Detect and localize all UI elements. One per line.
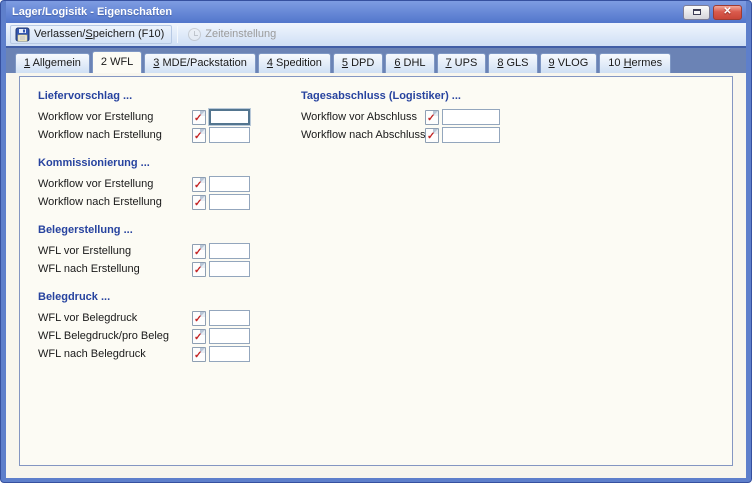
workflow-input[interactable] [209, 109, 250, 125]
workflow-edit-button[interactable]: ✓ [192, 262, 206, 277]
workflow-edit-button[interactable]: ✓ [192, 128, 206, 143]
workflow-row: WFL vor Erstellung ✓ [38, 242, 288, 260]
workflow-edit-button[interactable]: ✓ [192, 177, 206, 192]
workflow-row: Workflow nach Erstellung ✓ [38, 193, 288, 211]
form-section: Tagesabschluss (Logistiker) ... Workflow… [301, 90, 712, 144]
right-column: Tagesabschluss (Logistiker) ... Workflow… [288, 90, 712, 465]
workflow-row: Workflow vor Erstellung ✓ [38, 108, 288, 126]
workflow-row-label: WFL vor Belegdruck [38, 312, 192, 324]
window-title: Lager/Logisitk - Eigenschaften [12, 6, 683, 18]
workflow-row: Workflow vor Erstellung ✓ [38, 175, 288, 193]
workflow-edit-button[interactable]: ✓ [425, 128, 439, 143]
tab-5-dpd[interactable]: 5 DPD [333, 53, 383, 73]
check-icon: ✓ [427, 131, 435, 142]
workflow-input[interactable] [209, 127, 250, 143]
form-section: Belegerstellung ... WFL vor Erstellung ✓… [38, 224, 288, 278]
workflow-row-label: Workflow nach Erstellung [38, 196, 192, 208]
maximize-icon [693, 9, 701, 15]
section-header: Belegerstellung ... [38, 224, 288, 236]
tab-6-dhl[interactable]: 6 DHL [385, 53, 434, 73]
workflow-input[interactable] [442, 109, 500, 125]
check-icon: ✓ [194, 198, 202, 209]
save-floppy-icon [15, 27, 30, 42]
workflow-edit-button[interactable]: ✓ [192, 329, 206, 344]
workflow-row-label: WFL Belegdruck/pro Beleg [38, 330, 192, 342]
time-settings-label: Zeiteinstellung [205, 28, 276, 40]
workflow-row-label: Workflow nach Abschluss [301, 129, 425, 141]
section-header: Liefervorschlag ... [38, 90, 288, 102]
workflow-input[interactable] [209, 176, 250, 192]
check-icon: ✓ [194, 314, 202, 325]
properties-window: Lager/Logisitk - Eigenschaften ✕ [0, 0, 752, 483]
workflow-row: WFL nach Belegdruck ✓ [38, 345, 288, 363]
workflow-row-label: Workflow vor Erstellung [38, 111, 192, 123]
clock-icon [188, 28, 201, 41]
workflow-edit-button[interactable]: ✓ [192, 347, 206, 362]
workflow-row: WFL Belegdruck/pro Beleg ✓ [38, 327, 288, 345]
workflow-input[interactable] [442, 127, 500, 143]
tab-4-spedition[interactable]: 4 Spedition [258, 53, 331, 73]
workflow-edit-button[interactable]: ✓ [192, 195, 206, 210]
workflow-input[interactable] [209, 346, 250, 362]
workflow-input[interactable] [209, 243, 250, 259]
tab-strip: 1 Allgemein 2 WFL 3 MDE/Packstation 4 Sp… [6, 46, 746, 73]
form-section: Liefervorschlag ... Workflow vor Erstell… [38, 90, 288, 144]
maximize-button[interactable] [683, 5, 710, 20]
section-header: Tagesabschluss (Logistiker) ... [301, 90, 712, 102]
form-section: Kommissionierung ... Workflow vor Erstel… [38, 157, 288, 211]
tab-8-gls[interactable]: 8 GLS [488, 53, 537, 73]
workflow-row: WFL nach Erstellung ✓ [38, 260, 288, 278]
tab-9-vlog[interactable]: 9 VLOG [540, 53, 598, 73]
check-icon: ✓ [194, 113, 202, 124]
check-icon: ✓ [194, 265, 202, 276]
workflow-input[interactable] [209, 310, 250, 326]
workflow-edit-button[interactable]: ✓ [425, 110, 439, 125]
section-header: Belegdruck ... [38, 291, 288, 303]
workflow-input[interactable] [209, 194, 250, 210]
workflow-input[interactable] [209, 261, 250, 277]
workflow-row: WFL vor Belegdruck ✓ [38, 309, 288, 327]
tab-2-wfl[interactable]: 2 WFL [92, 51, 142, 73]
tab-10-hermes[interactable]: 10 Hermes [599, 53, 671, 73]
check-icon: ✓ [427, 113, 435, 124]
workflow-row-label: WFL vor Erstellung [38, 245, 192, 257]
check-icon: ✓ [194, 180, 202, 191]
section-header: Kommissionierung ... [38, 157, 288, 169]
wfl-panel: Liefervorschlag ... Workflow vor Erstell… [19, 76, 733, 466]
workflow-row-label: Workflow vor Abschluss [301, 111, 425, 123]
tab-7-ups[interactable]: 7 UPS [437, 53, 487, 73]
toolbar-separator [177, 26, 178, 43]
toolbar: Verlassen/Speichern (F10) Zeiteinstellun… [6, 23, 746, 46]
form-section: Belegdruck ... WFL vor Belegdruck ✓ WFL … [38, 291, 288, 363]
time-settings-button[interactable]: Zeiteinstellung [183, 25, 284, 44]
workflow-row-label: WFL nach Erstellung [38, 263, 192, 275]
content-area: Liefervorschlag ... Workflow vor Erstell… [6, 73, 746, 478]
check-icon: ✓ [194, 332, 202, 343]
title-bar: Lager/Logisitk - Eigenschaften ✕ [6, 1, 746, 23]
tab-3-mde-packstation[interactable]: 3 MDE/Packstation [144, 53, 256, 73]
workflow-row: Workflow nach Abschluss ✓ [301, 126, 712, 144]
save-exit-label: Verlassen/Speichern (F10) [34, 28, 164, 40]
workflow-row-label: Workflow nach Erstellung [38, 129, 192, 141]
check-icon: ✓ [194, 247, 202, 258]
close-button[interactable]: ✕ [713, 5, 742, 20]
close-icon: ✕ [723, 7, 731, 17]
workflow-edit-button[interactable]: ✓ [192, 244, 206, 259]
check-icon: ✓ [194, 131, 202, 142]
workflow-row: Workflow vor Abschluss ✓ [301, 108, 712, 126]
workflow-row-label: Workflow vor Erstellung [38, 178, 192, 190]
workflow-input[interactable] [209, 328, 250, 344]
workflow-row-label: WFL nach Belegdruck [38, 348, 192, 360]
window-body: Verlassen/Speichern (F10) Zeiteinstellun… [6, 23, 746, 478]
tab-1-allgemein[interactable]: 1 Allgemein [15, 53, 90, 73]
left-column: Liefervorschlag ... Workflow vor Erstell… [38, 90, 288, 465]
workflow-edit-button[interactable]: ✓ [192, 311, 206, 326]
save-exit-button[interactable]: Verlassen/Speichern (F10) [10, 25, 172, 44]
check-icon: ✓ [194, 350, 202, 361]
workflow-edit-button[interactable]: ✓ [192, 110, 206, 125]
workflow-row: Workflow nach Erstellung ✓ [38, 126, 288, 144]
